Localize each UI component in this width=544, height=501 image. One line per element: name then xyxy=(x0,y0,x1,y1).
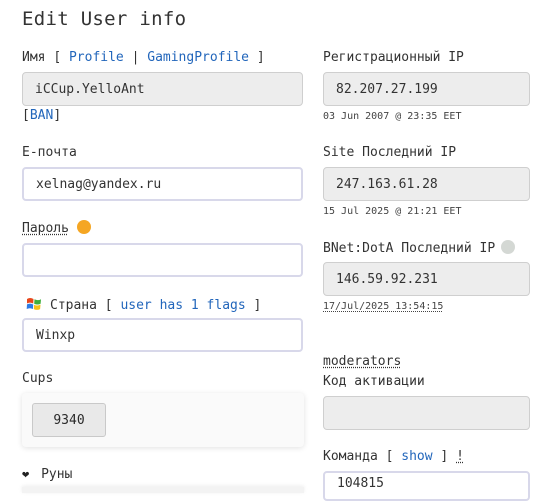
country-field[interactable]: Winxp xyxy=(22,318,303,352)
windows-flag-icon xyxy=(26,298,41,310)
heart-icon: ❤ xyxy=(22,467,30,481)
name-field[interactable]: iCCup.YelloAnt xyxy=(22,72,303,106)
country-label-row: Страна [ user has 1 flags ] xyxy=(26,296,261,313)
site-ip-field: 247.163.61.28 xyxy=(323,167,530,201)
site-ip-label: Site Последний IP xyxy=(323,145,457,160)
activation-field[interactable] xyxy=(323,396,530,430)
bnet-ip-label: BNet:DotA Последний IP xyxy=(323,241,496,256)
runes-label-row: ❤ Руны xyxy=(22,467,72,482)
team-label: Команда xyxy=(323,449,378,464)
password-label: Пароль xyxy=(22,221,69,236)
bnet-ip-label-row: BNet:DotA Последний IP xyxy=(323,240,516,256)
status-dot-orange-icon xyxy=(76,220,91,234)
name-label-row: Имя [ Profile | GamingProfile ] xyxy=(22,50,265,65)
team-show-link[interactable]: show xyxy=(401,449,432,464)
page-title: Edit User info xyxy=(22,8,187,30)
email-field[interactable]: xelnag@yandex.ru xyxy=(22,167,303,201)
activation-label: Код активации xyxy=(323,374,425,389)
reg-ip-field: 82.207.27.199 xyxy=(323,72,530,106)
team-label-row: Команда [ show ] ! xyxy=(323,449,464,464)
country-flags-link[interactable]: user has 1 flags xyxy=(120,298,245,313)
moderators-label: moderators xyxy=(323,354,402,369)
password-field[interactable] xyxy=(22,243,303,277)
password-label-row: Пароль xyxy=(22,220,91,236)
cups-label: Cups xyxy=(22,371,54,386)
runes-label: Руны xyxy=(41,467,73,482)
team-excl-link[interactable]: ! xyxy=(456,449,464,464)
site-ip-date: 15 Jul 2025 @ 21:21 EET xyxy=(323,206,462,217)
name-label: Имя xyxy=(22,50,46,65)
bnet-ip-date: 17/Jul/2025 13:54:15 xyxy=(323,301,444,312)
status-dot-grey-icon xyxy=(501,240,516,254)
country-label: Страна xyxy=(50,298,97,313)
runes-panel xyxy=(22,487,304,493)
cups-panel: 9340 xyxy=(22,393,304,447)
bnet-ip-field: 146.59.92.231 xyxy=(323,262,530,296)
team-field[interactable]: 104815 xyxy=(323,471,530,501)
email-label: E-почта xyxy=(22,145,77,160)
reg-ip-label: Регистрационный IP xyxy=(323,50,464,65)
ban-row: [BAN] xyxy=(22,108,62,123)
reg-ip-date: 03 Jun 2007 @ 23:35 EET xyxy=(323,111,462,122)
ban-link[interactable]: BAN xyxy=(30,108,53,123)
profile-link[interactable]: Profile xyxy=(69,50,124,65)
gaming-profile-link[interactable]: GamingProfile xyxy=(147,50,249,65)
cups-value: 9340 xyxy=(32,403,106,437)
